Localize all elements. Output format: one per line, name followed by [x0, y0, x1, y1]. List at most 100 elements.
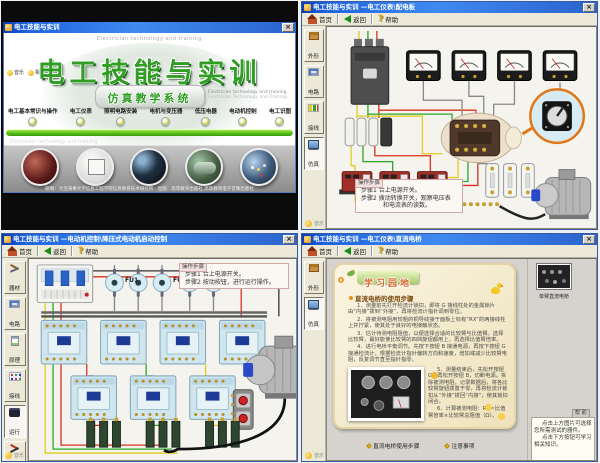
circuit-breaker[interactable] — [37, 265, 92, 303]
flower-icon — [431, 372, 438, 379]
fuse-link — [486, 164, 499, 198]
separator — [71, 246, 73, 256]
home-button[interactable]: 首页 — [304, 246, 336, 257]
contactor — [71, 376, 117, 420]
close-button[interactable]: × — [583, 3, 595, 12]
title-bar[interactable]: 电工技能与实训 × — [3, 22, 296, 33]
back-button[interactable]: 返回 — [340, 14, 370, 25]
operation-steps: 操作步骤 步骤1 合上电源开关。 步骤2 按动按钮，进行运行操作。 — [179, 263, 289, 289]
home-icon — [8, 251, 17, 256]
sidebar-item-simulation[interactable]: 仿真 — [304, 297, 324, 330]
bullet-icon — [366, 443, 372, 449]
separator — [37, 246, 39, 256]
menu-item-basics[interactable]: 电工基本常识与操作 — [8, 107, 58, 126]
bridge-photo — [348, 367, 424, 421]
menu-item-lv-apparatus[interactable]: 低压电器 — [195, 107, 217, 126]
fuse — [153, 269, 171, 297]
green-divider-bar — [6, 129, 293, 136]
window-icon — [5, 24, 12, 31]
home-button[interactable]: 首页 — [304, 14, 336, 25]
steps-header: 操作步骤 — [179, 263, 207, 272]
wiring-scene — [29, 259, 296, 460]
sidebar: 外形 仿真 — [302, 258, 326, 461]
bridge-window: 电工技能与实训 —电工仪表\直流电桥 × 首页 返回 ?帮助 外形 仿真 学习园… — [301, 233, 598, 462]
music-toggle[interactable]: 音乐 — [5, 452, 24, 459]
box-icon — [309, 32, 319, 40]
title-bar[interactable]: 电工技能与实训 —电工仪表\配电板 × — [302, 2, 597, 13]
close-button[interactable]: × — [583, 235, 595, 244]
question-icon: ? — [78, 247, 83, 256]
radio-icon — [275, 117, 284, 126]
sidebar-item-principle[interactable]: 原理 — [4, 333, 26, 366]
transfer-switch[interactable] — [441, 113, 521, 163]
radio-icon — [238, 117, 247, 126]
close-button[interactable]: × — [283, 235, 295, 244]
coil-group — [87, 417, 121, 447]
music-toggle[interactable]: 音乐 — [305, 220, 324, 227]
window-icon — [304, 236, 311, 243]
sidebar-item-simulation[interactable]: 仿真 — [304, 137, 324, 170]
simulation-canvas: FU1 FU2 操作步骤 步骤1 合上电源开关。 步骤2 按动按钮，进行运行操作… — [28, 258, 297, 461]
sidebar-item-wiring[interactable]: 接线 — [304, 101, 324, 134]
sidebar-item-circuit[interactable]: 电路 — [304, 65, 324, 98]
sidebar-item-run[interactable]: 运行 — [4, 405, 26, 438]
back-button[interactable]: 返回 — [340, 246, 370, 257]
fuse-group[interactable] — [345, 118, 392, 146]
title-bar[interactable]: 电工技能与实训 —电工仪表\直流电桥 × — [302, 234, 597, 245]
computer-icon — [308, 300, 319, 309]
help-button[interactable]: ?帮助 — [374, 14, 402, 25]
steps-header: 操作步骤 — [355, 179, 383, 188]
circuit-breaker[interactable] — [351, 39, 389, 104]
help-note: 点击上方图片可选择您所需测试的器件。 点击下方按钮可学习相关知识。 — [531, 417, 595, 461]
credit-line: 研制：大连海事大学信息工程学院信息教育技术研究所 出版：高等教育出版社 高等教育… — [4, 186, 295, 192]
help-button[interactable]: ?帮助 — [74, 246, 102, 257]
toolbar: 首页 返回 ?帮助 — [302, 13, 597, 26]
link-precautions[interactable]: 注意事项 — [445, 441, 474, 450]
flower-icon — [498, 413, 505, 420]
close-button[interactable]: × — [282, 23, 294, 32]
radio-icon — [76, 117, 85, 126]
terminals-icon — [9, 372, 21, 381]
toolbar: 首页 返回 ?帮助 — [302, 245, 597, 258]
question-icon: ? — [378, 247, 383, 256]
sidebar-item-appearance[interactable]: 外形 — [304, 261, 324, 294]
window-title: 电工技能与实训 —电工仪表\直流电桥 — [313, 234, 581, 245]
meter-sim-window: 电工技能与实训 —电工仪表\配电板 × 首页 返回 ?帮助 外形 电路 接线 仿… — [301, 1, 598, 230]
bridge-thumbnail-image — [538, 265, 570, 288]
bullet-icon — [349, 296, 353, 300]
title-bar[interactable]: 电工技能与实训 —电动机控制\降压式电动机启动控制 × — [2, 234, 297, 245]
contactor — [41, 320, 87, 364]
sidebar-item-appearance[interactable]: 外形 — [304, 29, 324, 62]
photo-parts — [240, 148, 278, 186]
sidebar-item-wiring[interactable]: 接线 — [4, 369, 26, 402]
coil-group — [146, 417, 180, 447]
step-paragraph: 3．估计待测电阻阻值，以便选择合适的比较臂与比值臂。选择比较臂，最好能使比较臂的… — [348, 331, 508, 344]
separator — [371, 14, 373, 24]
bridge-panel-graphic — [351, 370, 421, 418]
menu-item-motors-transformers[interactable]: 电机与变压器 — [149, 107, 182, 126]
motor-graphic — [531, 170, 590, 220]
flower-icon — [485, 404, 492, 411]
help-button[interactable]: ?帮助 — [374, 246, 402, 257]
simulation-canvas: 操作步骤 步骤1 合上电源开关。 步骤2 拨动转换开关，观察电压表 和电流表的读… — [326, 26, 597, 229]
menu-item-instruments[interactable]: 电工仪表 — [70, 107, 92, 126]
separator — [337, 14, 339, 24]
photo-wires — [21, 148, 59, 186]
music-toggle[interactable]: 音乐 — [305, 452, 324, 459]
link-usage-steps[interactable]: 直流电桥使用步骤 — [367, 441, 419, 450]
fuse-label: FU1 — [125, 277, 138, 284]
menu-item-motor-control[interactable]: 电动机控制 — [229, 107, 257, 126]
sidebar-item-equipment[interactable]: 器材 — [4, 261, 26, 294]
card-header: 学习园地 — [357, 271, 419, 284]
home-button[interactable]: 首页 — [4, 246, 36, 257]
back-button[interactable]: 返回 — [40, 246, 70, 257]
home-icon — [308, 251, 317, 256]
menu-item-lighting[interactable]: 照明电路安装 — [104, 107, 137, 126]
circuit-icon — [308, 68, 319, 76]
bottom-links: 直流电桥使用步骤 注意事项 — [327, 441, 527, 450]
bridge-thumbnail[interactable] — [536, 263, 572, 290]
step-paragraphs: 1．测量前先打开检流计锁扣，即将 G 接线柱处的金属锁片由“内接”拨到“外接”，… — [348, 303, 508, 365]
sidebar-item-circuit[interactable]: 电路 — [4, 297, 26, 330]
menu-item-diagram-reading[interactable]: 电工识图 — [269, 107, 291, 126]
learning-card: 学习园地 直流电桥的使用步骤 1．测量前先打开检流计锁扣，即将 G 接线柱处的金… — [333, 263, 516, 429]
